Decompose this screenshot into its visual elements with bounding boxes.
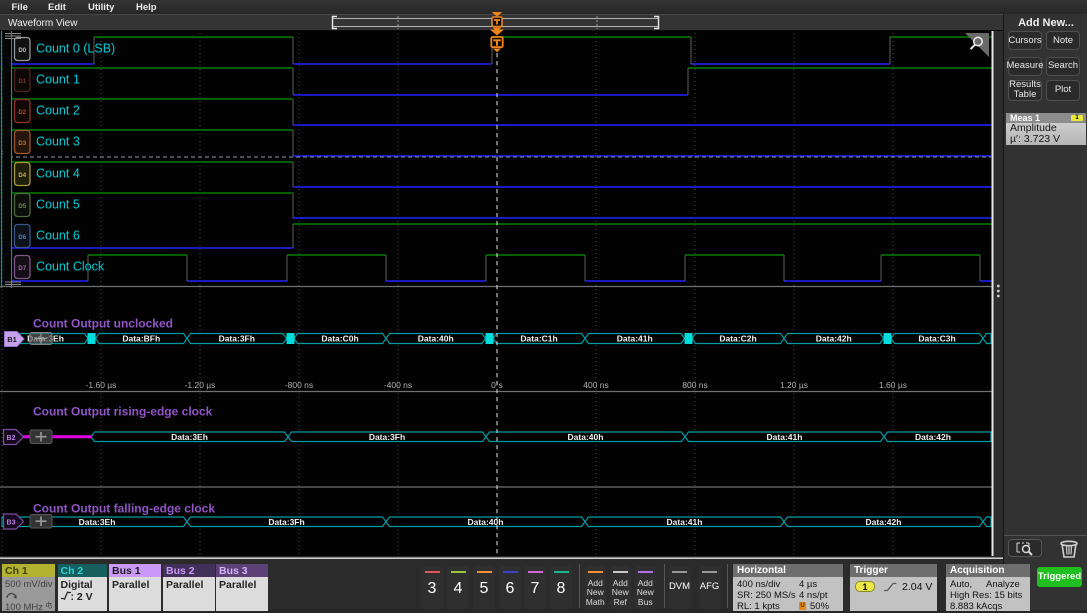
- svg-text:D1: D1: [18, 79, 26, 85]
- svg-text:Count 6: Count 6: [36, 229, 80, 243]
- svg-text:1.60 µs: 1.60 µs: [879, 380, 907, 390]
- svg-text:Data:C2h: Data:C2h: [719, 334, 756, 344]
- svg-text:B3: B3: [7, 519, 16, 526]
- svg-text:Count Output rising-edge clock: Count Output rising-edge clock: [33, 405, 213, 419]
- svg-text:Data:3Eh: Data:3Eh: [79, 517, 116, 527]
- svg-text:D4: D4: [18, 173, 26, 179]
- svg-text:D5: D5: [18, 204, 26, 210]
- svg-text:-1.20 µs: -1.20 µs: [185, 380, 216, 390]
- svg-text:-400 ns: -400 ns: [384, 380, 412, 390]
- svg-text:Data:C3h: Data:C3h: [918, 334, 955, 344]
- svg-text:Data:C0h: Data:C0h: [321, 334, 358, 344]
- svg-text:Count 4: Count 4: [36, 167, 80, 181]
- svg-text:D7: D7: [18, 266, 26, 272]
- svg-text:Data:42h: Data:42h: [816, 334, 852, 344]
- svg-text:Data:3Eh: Data:3Eh: [171, 432, 208, 442]
- svg-text:Data:41h: Data:41h: [767, 432, 803, 442]
- svg-text:Data:40h: Data:40h: [568, 432, 604, 442]
- svg-text:Data:C1h: Data:C1h: [520, 334, 557, 344]
- svg-text:Count Output falling-edge cloc: Count Output falling-edge clock: [33, 502, 215, 516]
- svg-text:Data:3Fh: Data:3Fh: [219, 334, 255, 344]
- svg-text:Count Output unclocked: Count Output unclocked: [33, 317, 173, 331]
- svg-text:Data:40h: Data:40h: [468, 517, 504, 527]
- svg-text:B1: B1: [7, 335, 17, 344]
- svg-text:Count 5: Count 5: [36, 198, 80, 212]
- svg-text:Data:40h: Data:40h: [418, 334, 454, 344]
- svg-text:Count 2: Count 2: [36, 104, 80, 118]
- svg-text:Data:41h: Data:41h: [667, 517, 703, 527]
- svg-text:D3: D3: [18, 141, 26, 147]
- svg-text:B2: B2: [7, 435, 16, 442]
- svg-text:Data:3Fh: Data:3Fh: [268, 517, 304, 527]
- svg-text:-1.60 µs: -1.60 µs: [86, 380, 117, 390]
- svg-text:800 ns: 800 ns: [682, 380, 708, 390]
- svg-text:Data:3Fh: Data:3Fh: [369, 432, 405, 442]
- svg-text:D6: D6: [18, 235, 26, 241]
- svg-text:1.20 µs: 1.20 µs: [780, 380, 808, 390]
- svg-text:Data:42h: Data:42h: [866, 517, 902, 527]
- svg-text:Count 0 (LSB): Count 0 (LSB): [36, 42, 115, 56]
- svg-text:Data:41h: Data:41h: [617, 334, 653, 344]
- svg-text:D2: D2: [18, 110, 26, 116]
- svg-text:Data:BFh: Data:BFh: [122, 334, 160, 344]
- svg-text:Count Clock: Count Clock: [36, 260, 105, 274]
- svg-text:D0: D0: [18, 48, 26, 54]
- svg-text:Count 3: Count 3: [36, 135, 80, 149]
- svg-text:Data:42h: Data:42h: [915, 432, 951, 442]
- svg-text:Count 1: Count 1: [36, 73, 80, 87]
- svg-text:-800 ns: -800 ns: [285, 380, 313, 390]
- svg-text:400 ns: 400 ns: [583, 380, 609, 390]
